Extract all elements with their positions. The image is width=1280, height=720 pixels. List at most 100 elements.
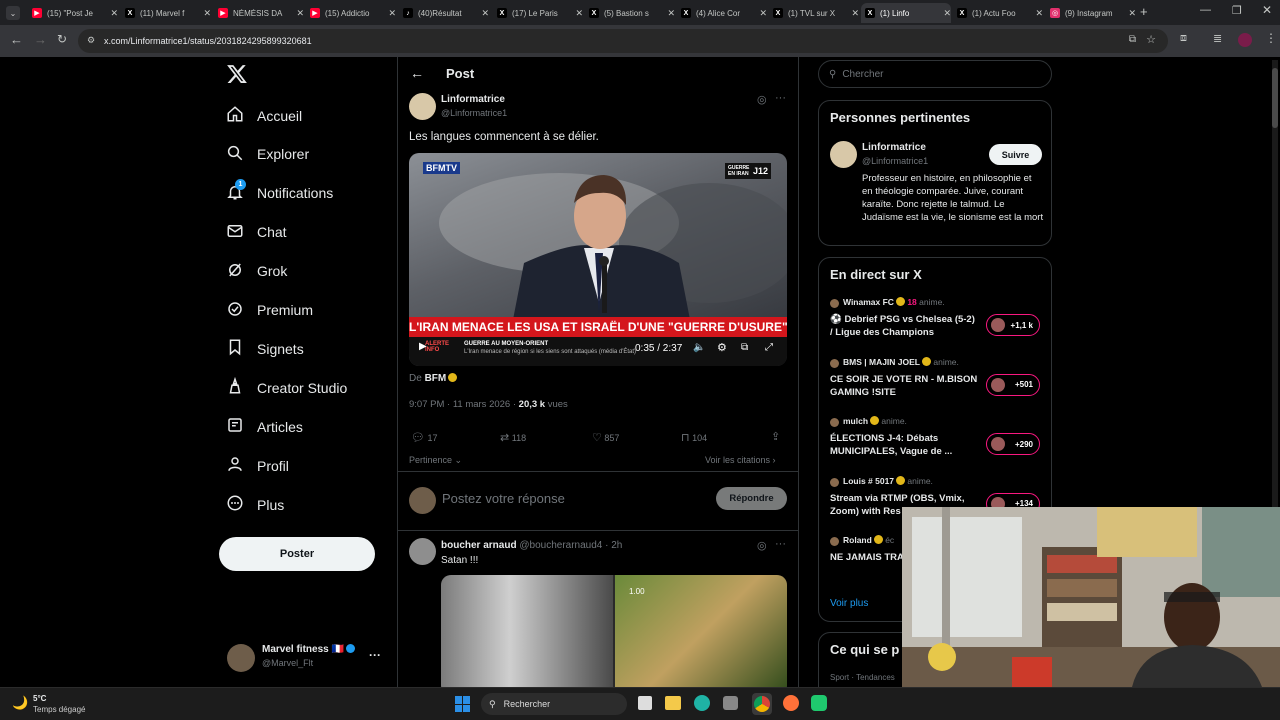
- install-app-icon[interactable]: ⧉: [1129, 34, 1136, 45]
- tab-5[interactable]: ♪ (40)Résultat ✕: [399, 3, 489, 23]
- nav-item-articles[interactable]: Articles: [226, 416, 303, 437]
- reload-button[interactable]: ↻: [57, 32, 67, 46]
- weather-desc[interactable]: Temps dégagé: [33, 705, 85, 714]
- tweet-author-name[interactable]: Linformatrice: [441, 94, 505, 105]
- reply-button[interactable]: Répondre: [716, 487, 787, 510]
- grok-explain-icon[interactable]: ◎: [757, 93, 767, 106]
- search-input[interactable]: ⚲ Chercher: [818, 60, 1052, 88]
- nav-item-plus[interactable]: Plus: [226, 494, 284, 515]
- extensions-icon[interactable]: ⧈: [1180, 32, 1187, 45]
- nav-item-signets[interactable]: Signets: [226, 338, 304, 359]
- taskbar-search[interactable]: ⚲ Rechercher: [481, 693, 627, 715]
- nav-item-chat[interactable]: Chat: [226, 222, 287, 243]
- share-icon[interactable]: ⇪: [771, 430, 780, 443]
- reply-more-icon[interactable]: ···: [775, 538, 786, 550]
- tab-close-icon[interactable]: ✕: [759, 8, 767, 19]
- bookmark-action[interactable]: ⊓ 104: [681, 431, 707, 444]
- account-switcher[interactable]: Marvel fitness 🇫🇷 @Marvel_Flt ···: [224, 641, 394, 675]
- tab-close-icon[interactable]: ✕: [851, 8, 859, 19]
- reply-author-line[interactable]: boucher arnaud @boucherarnaud4 · 2h: [441, 540, 622, 551]
- tab-close-icon[interactable]: ✕: [203, 8, 211, 19]
- maximize-button[interactable]: ❐: [1232, 4, 1242, 17]
- task-view-icon[interactable]: [638, 696, 652, 710]
- video-source[interactable]: De BFM: [409, 373, 458, 384]
- live-listener-pill[interactable]: +290: [986, 433, 1040, 455]
- tweet-author-handle[interactable]: @Linformatrice1: [441, 108, 507, 118]
- tab-close-icon[interactable]: ✕: [388, 8, 396, 19]
- close-window-button[interactable]: ✕: [1262, 3, 1272, 17]
- tab-11[interactable]: X (1) Actu Foo ✕: [953, 3, 1043, 23]
- site-info-icon[interactable]: ⚙: [87, 35, 95, 46]
- follow-button[interactable]: Suivre: [989, 144, 1042, 165]
- tab-8[interactable]: X (4) Alice Cor ✕: [677, 3, 767, 23]
- nav-item-profil[interactable]: Profil: [226, 455, 289, 476]
- live-listener-pill[interactable]: +501: [986, 373, 1040, 396]
- start-button[interactable]: [455, 696, 471, 712]
- tab-list-dropdown[interactable]: ⌄: [6, 6, 20, 20]
- minimize-button[interactable]: —: [1200, 4, 1211, 16]
- address-bar[interactable]: ⚙ x.com/Linformatrice1/status/2031824295…: [78, 29, 1168, 53]
- live-listener-pill[interactable]: +1,1 k: [986, 314, 1040, 336]
- reply-media[interactable]: 1.00: [441, 575, 787, 687]
- tab-close-icon[interactable]: ✕: [1035, 8, 1043, 19]
- person-handle[interactable]: @Linformatrice1: [862, 156, 928, 166]
- reply-action[interactable]: 💬︎ 17: [411, 431, 438, 444]
- tab-3[interactable]: ▶ NÉMÉSIS DA ✕: [214, 3, 304, 23]
- back-button[interactable]: ←: [10, 32, 23, 47]
- play-icon[interactable]: ▶: [419, 341, 427, 352]
- volume-icon[interactable]: 🔈: [693, 342, 705, 353]
- file-explorer-icon[interactable]: [665, 696, 681, 710]
- tab-close-icon[interactable]: ✕: [667, 8, 675, 19]
- tab-1[interactable]: ▶ (15) "Post Je ✕: [28, 3, 118, 23]
- store-icon[interactable]: [723, 696, 738, 710]
- person-avatar[interactable]: [830, 141, 857, 168]
- nav-item-creator-studio[interactable]: Creator Studio: [226, 377, 347, 398]
- nav-item-grok[interactable]: Grok: [226, 261, 287, 282]
- nav-item-premium[interactable]: Premium: [226, 300, 313, 321]
- live-item[interactable]: mulch anime. ÉLECTIONS J-4: Débats MUNICI…: [819, 415, 1051, 471]
- tweet-more-icon[interactable]: ···: [775, 92, 786, 104]
- settings-icon[interactable]: ⚙: [717, 341, 727, 354]
- grok-explain-icon[interactable]: ◎: [757, 539, 767, 552]
- post-button[interactable]: Poster: [219, 537, 375, 571]
- tweet-video[interactable]: BFMTV GUERRE EN IRAN J12 L'IRAN MENACE LE…: [409, 153, 787, 366]
- x-logo-icon[interactable]: [226, 63, 248, 85]
- pip-icon[interactable]: ⧉: [741, 342, 748, 353]
- media-control-icon[interactable]: ≣: [1213, 32, 1222, 45]
- fullscreen-icon[interactable]: ⤢: [765, 342, 773, 353]
- profile-avatar[interactable]: [1238, 33, 1252, 47]
- browser-menu-icon[interactable]: ⋮: [1265, 31, 1277, 45]
- weather-temp[interactable]: 5°C: [33, 694, 46, 703]
- tab-close-icon[interactable]: ✕: [1128, 8, 1136, 19]
- firefox-icon[interactable]: [783, 695, 799, 711]
- nav-item-notifications[interactable]: 1 Notifications: [226, 178, 333, 204]
- bookmark-star-icon[interactable]: ☆: [1146, 33, 1156, 46]
- tab-close-icon[interactable]: ✕: [943, 8, 951, 19]
- tab-close-icon[interactable]: ✕: [296, 8, 304, 19]
- like-action[interactable]: ♡ 857: [592, 431, 619, 444]
- tab-10[interactable]: X (1) Linfo ✕: [861, 3, 951, 23]
- tab-7[interactable]: X (5) Bastion s ✕: [585, 3, 675, 23]
- account-more-icon[interactable]: ···: [369, 648, 381, 662]
- view-quotes-link[interactable]: Voir les citations ›: [705, 455, 776, 465]
- repost-action[interactable]: ⇄ 118: [500, 431, 526, 444]
- reply-input[interactable]: Postez votre réponse: [442, 491, 565, 506]
- tab-2[interactable]: X (11) Marvel f ✕: [121, 3, 211, 23]
- sort-dropdown[interactable]: Pertinence ⌄: [409, 455, 462, 466]
- nav-item-accueil[interactable]: Accueil: [226, 105, 302, 126]
- tab-6[interactable]: X (17) Le Paris ✕: [493, 3, 583, 23]
- chrome-icon[interactable]: [752, 693, 772, 715]
- edge-icon[interactable]: [694, 695, 710, 711]
- tab-close-icon[interactable]: ✕: [110, 8, 118, 19]
- tab-9[interactable]: X (1) TVL sur X ✕: [769, 3, 859, 23]
- tweet-author-avatar[interactable]: [409, 93, 436, 120]
- reply-author-avatar[interactable]: [409, 538, 436, 565]
- person-name[interactable]: Linformatrice: [862, 142, 926, 153]
- live-item[interactable]: BMS | MAJIN JOEL anime. CE SOIR JE VOTE R…: [819, 356, 1051, 412]
- live-item[interactable]: Winamax FC 18 anime. ⚽ Debrief PSG vs Che…: [819, 296, 1051, 352]
- see-more-link[interactable]: Voir plus: [830, 598, 868, 609]
- tab-4[interactable]: ▶ (15) Addictio ✕: [306, 3, 396, 23]
- nav-item-explorer[interactable]: Explorer: [226, 144, 309, 165]
- weather-icon[interactable]: 🌙: [12, 695, 28, 711]
- scrollbar-thumb[interactable]: [1272, 68, 1278, 128]
